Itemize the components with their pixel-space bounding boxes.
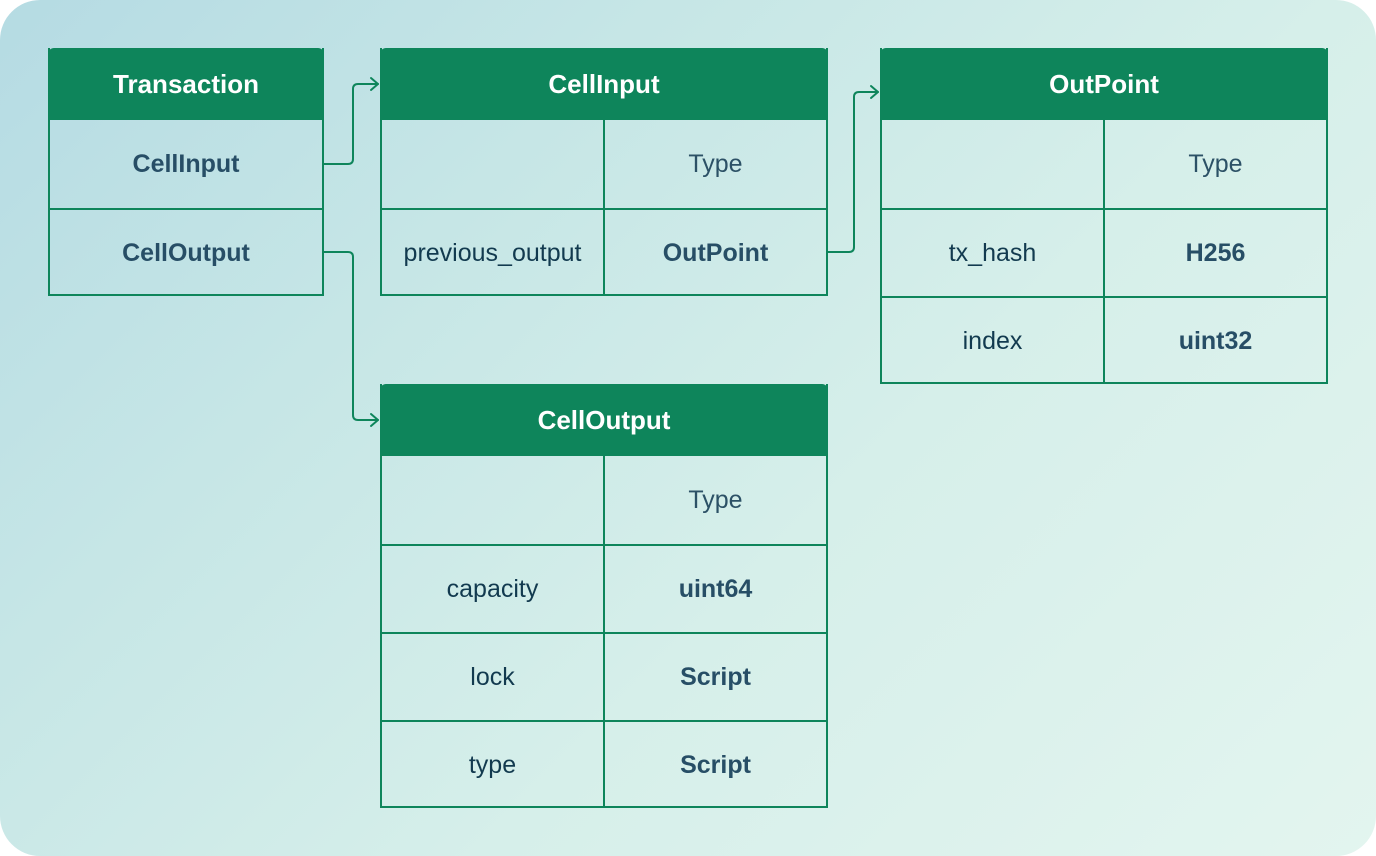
field-celloutput: CellOutput [122, 238, 250, 267]
table-row: capacity uint64 [382, 544, 826, 632]
arrow-head-icon [370, 77, 379, 91]
empty-cell [882, 120, 1103, 208]
field-cellinput: CellInput [132, 149, 240, 178]
field-type: Script [603, 634, 826, 720]
table-header: CellOutput [380, 384, 828, 456]
diagram-canvas: Transaction CellInput CellOutput CellInp… [0, 0, 1376, 856]
field-name: capacity [446, 574, 539, 603]
table-header-row: Type [382, 120, 826, 208]
field-type: H256 [1103, 210, 1326, 296]
table-row: lock Script [382, 632, 826, 720]
field-name: index [962, 326, 1023, 355]
arrow-head-icon [870, 85, 879, 99]
connector-transaction-to-cellinput [323, 83, 379, 165]
type-column-header: Type [603, 120, 826, 208]
table-header-row: Type [882, 120, 1326, 208]
empty-cell [382, 120, 603, 208]
type-column-header: Type [1103, 120, 1326, 208]
table-row: type Script [382, 720, 826, 808]
field-name: type [468, 750, 517, 779]
type-column-header: Type [603, 456, 826, 544]
table-row: index uint32 [882, 296, 1326, 384]
empty-cell [382, 456, 603, 544]
table-outpoint: OutPoint Type tx_hash H256 index uint32 [880, 48, 1328, 384]
field-name: previous_output [403, 238, 582, 267]
connector-cellinput-to-outpoint [827, 91, 879, 253]
table-transaction: Transaction CellInput CellOutput [48, 48, 324, 296]
table-header-row: Type [382, 456, 826, 544]
field-type: uint64 [603, 546, 826, 632]
connector-transaction-to-celloutput [323, 251, 379, 421]
table-row: previous_output OutPoint [382, 208, 826, 296]
field-name: tx_hash [948, 238, 1037, 267]
table-row: tx_hash H256 [882, 208, 1326, 296]
table-cellinput: CellInput Type previous_output OutPoint [380, 48, 828, 296]
table-celloutput: CellOutput Type capacity uint64 lock Scr… [380, 384, 828, 808]
arrow-head-icon [370, 413, 379, 427]
field-name: lock [470, 662, 515, 691]
table-header: Transaction [48, 48, 324, 120]
table-row: CellInput [50, 120, 322, 208]
field-type: Script [603, 722, 826, 808]
table-row: CellOutput [50, 208, 322, 296]
field-type: uint32 [1103, 298, 1326, 384]
field-type: OutPoint [603, 210, 826, 296]
table-header: OutPoint [880, 48, 1328, 120]
table-header: CellInput [380, 48, 828, 120]
